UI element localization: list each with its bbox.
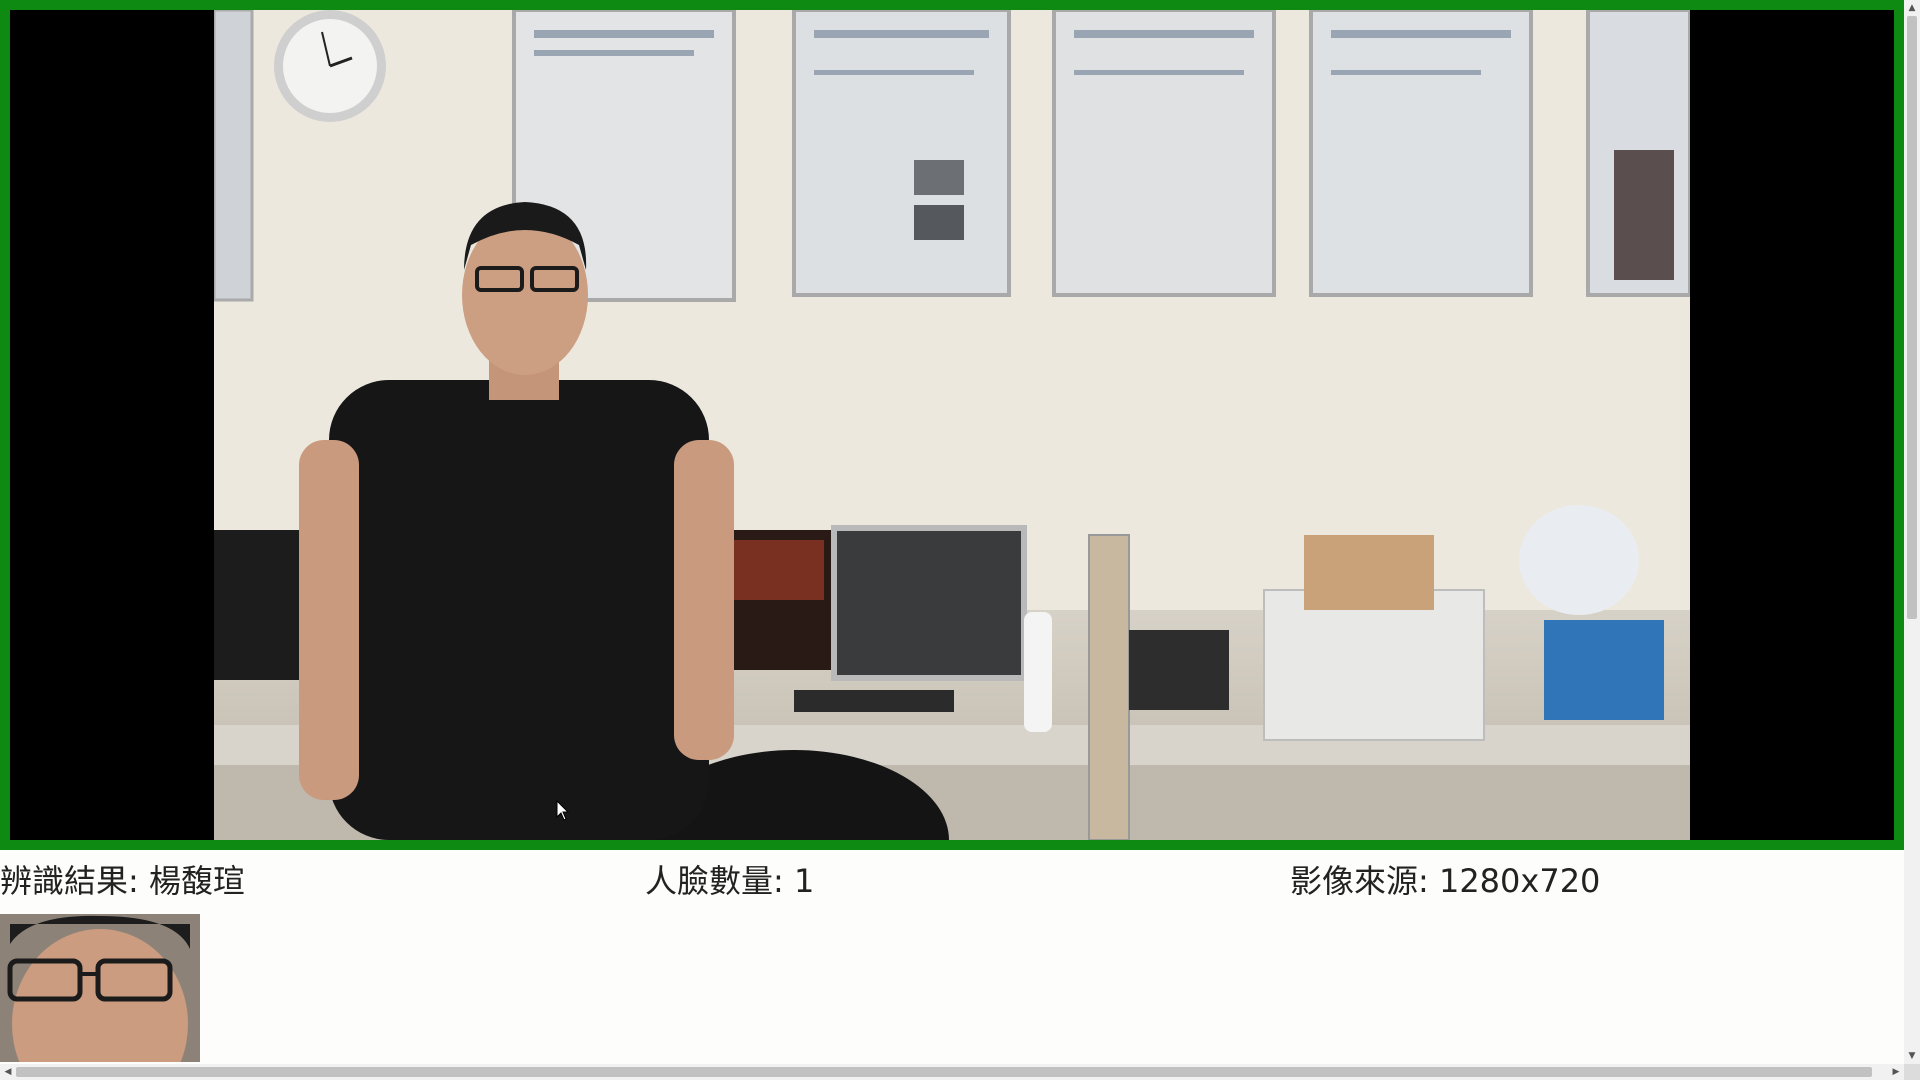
chevron-left-icon[interactable]: ◀ xyxy=(0,1064,16,1080)
video-letterbox xyxy=(10,10,1894,840)
video-source-label: 影像來源: 1280x720 xyxy=(1290,862,1601,900)
mouse-pointer-icon xyxy=(556,800,570,821)
face-count-label: 人臉數量: 1 xyxy=(645,862,815,900)
vertical-scroll-thumb[interactable] xyxy=(1907,16,1917,619)
horizontal-scrollbar[interactable]: ◀ ▶ xyxy=(0,1064,1904,1080)
chevron-down-icon[interactable]: ▼ xyxy=(1904,1048,1920,1064)
chevron-right-icon[interactable]: ▶ xyxy=(1888,1064,1904,1080)
horizontal-scroll-thumb[interactable] xyxy=(16,1067,1872,1077)
chevron-up-icon[interactable]: ▲ xyxy=(1904,0,1920,16)
vertical-scrollbar[interactable]: ▲ ▼ xyxy=(1904,0,1920,1064)
scrollbar-corner xyxy=(1904,1064,1920,1080)
recognition-result-label: 辨識結果: 楊馥瑄 xyxy=(0,862,245,900)
camera-feed xyxy=(214,10,1690,840)
info-bar: 辨識結果: 楊馥瑄 人臉數量: 1 影像來源: 1280x720 xyxy=(0,852,1904,900)
video-frame xyxy=(0,0,1904,850)
detected-face-thumbnail xyxy=(0,914,200,1062)
